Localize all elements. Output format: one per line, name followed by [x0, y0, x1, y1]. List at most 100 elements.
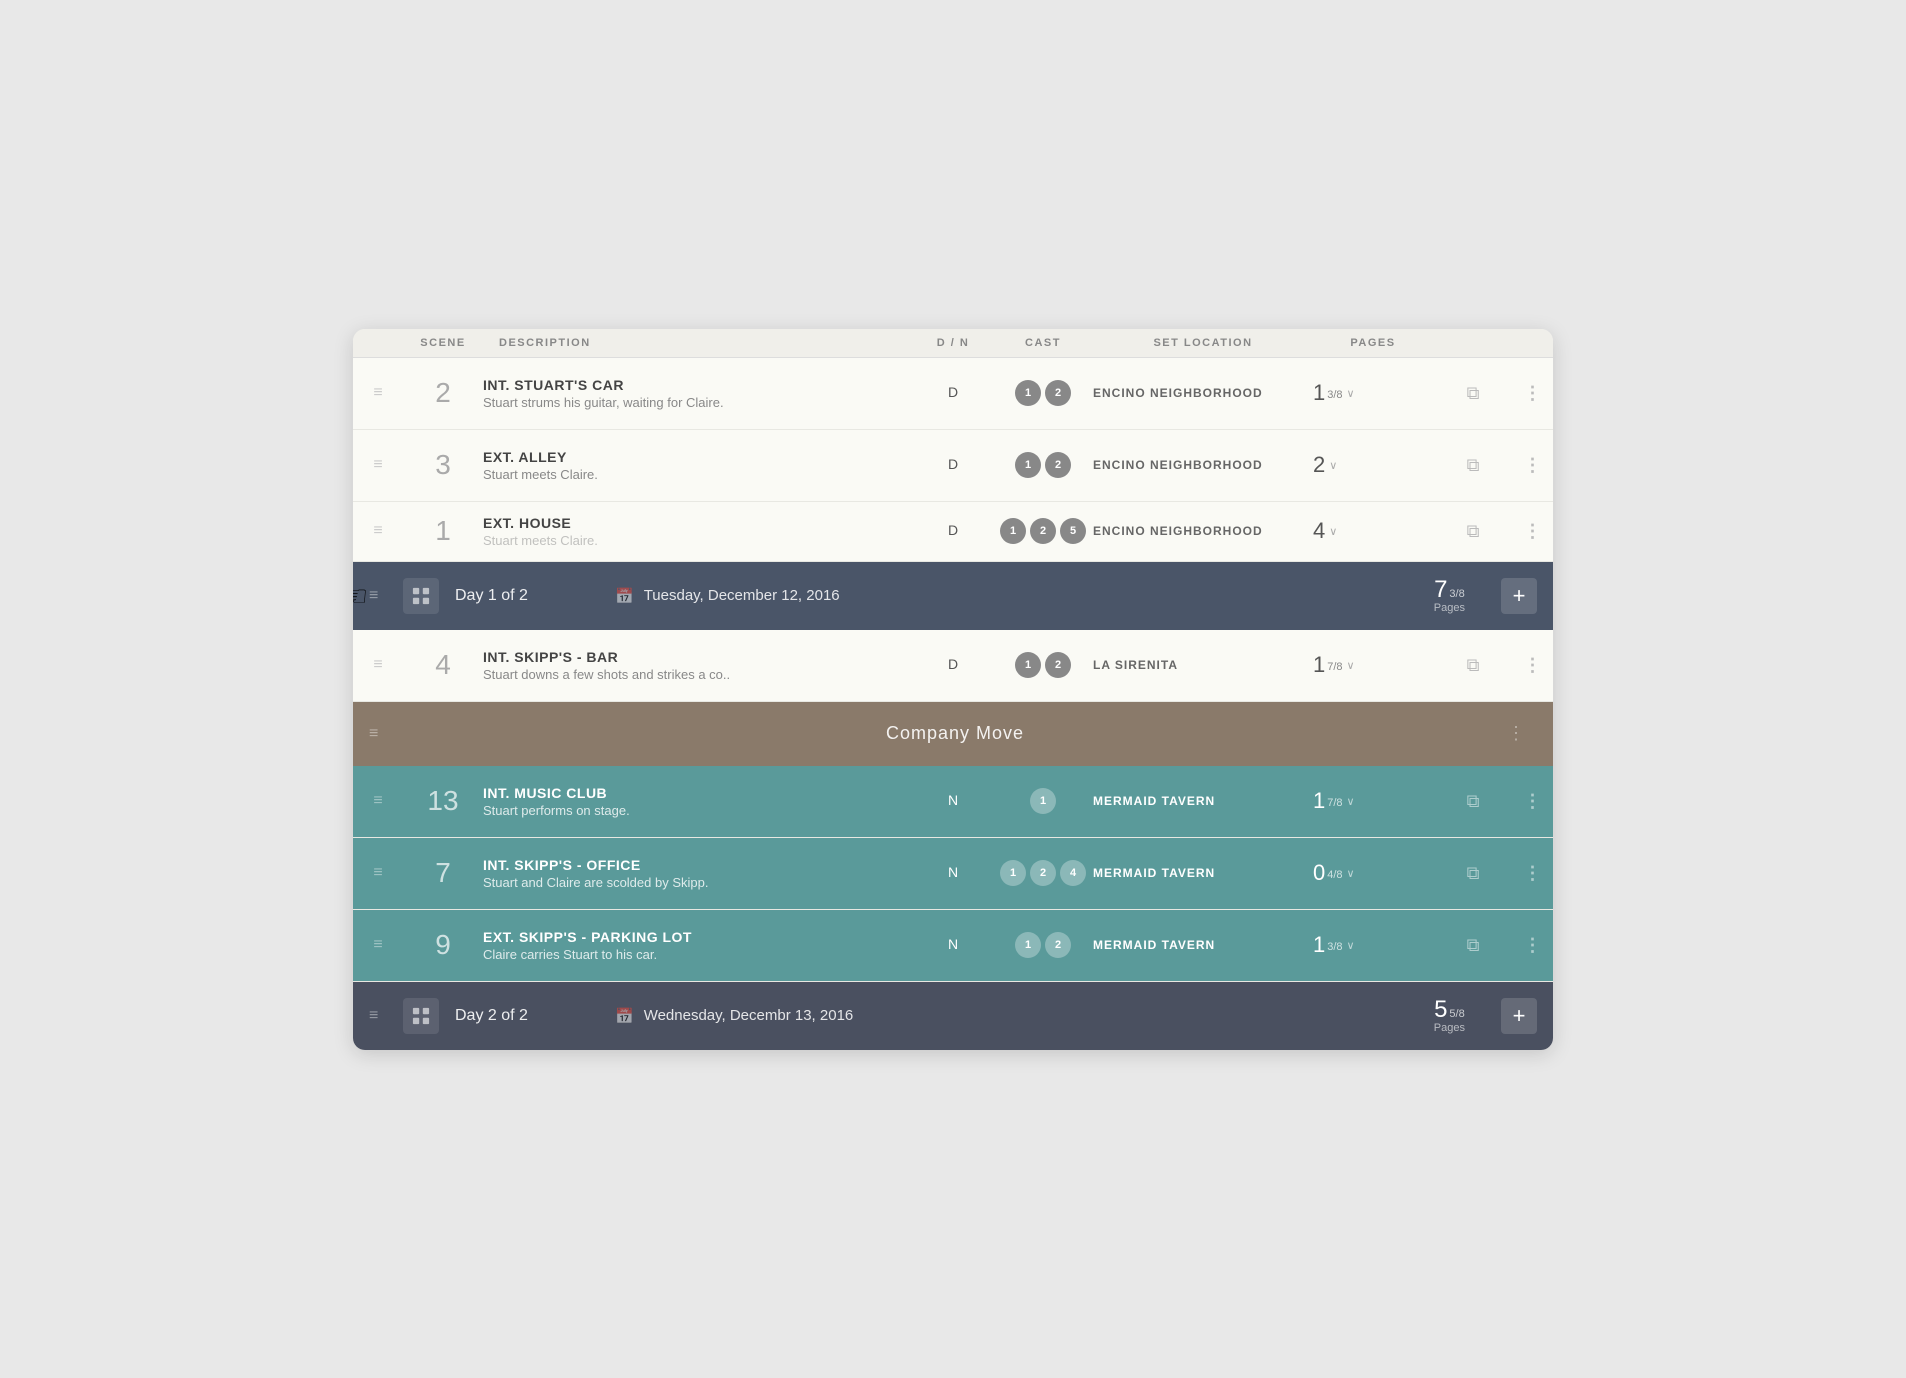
dm-text: D [948, 656, 958, 672]
dm-col: N [913, 864, 993, 882]
pages-chevron[interactable]: ∨ [1347, 659, 1355, 672]
calendar-icon: 📅 [615, 587, 634, 605]
day-drag-handle[interactable]: ≡ [369, 587, 403, 605]
pages-main: 2 [1313, 452, 1325, 478]
scene-info: INT. SKIPP'S - OFFICE Stuart and Claire … [483, 845, 913, 902]
more-dots-icon[interactable]: ⋮ [1524, 655, 1543, 676]
day-grid-icon [403, 998, 439, 1034]
scene-info: INT. STUART'S CAR Stuart strums his guit… [483, 365, 913, 422]
day2-pages-frac: 5/8 [1449, 1008, 1464, 1020]
more-dots-icon[interactable]: ⋮ [1524, 455, 1543, 476]
company-move-drag[interactable]: ≡ [369, 725, 403, 743]
drag-handle[interactable]: ≡ [353, 864, 403, 882]
icons-col: ⧉ [1433, 455, 1513, 476]
main-container: SCENE DESCRIPTION D / N CAST SET LOCATIO… [353, 329, 1553, 1050]
icons-col: ⧉ [1433, 863, 1513, 884]
dm-col: D [913, 384, 993, 402]
pages-col: 1 7/8 ∨ [1313, 652, 1433, 678]
scene-number: 13 [403, 785, 483, 817]
pages-chevron[interactable]: ∨ [1347, 867, 1355, 880]
scene-number: 2 [403, 377, 483, 409]
pages-col: 4 ∨ [1313, 518, 1433, 544]
day2-label: Day 2 of 2 [455, 1007, 575, 1025]
col-dm-header: D / N [913, 337, 993, 349]
pages-chevron[interactable]: ∨ [1347, 387, 1355, 400]
dm-text: D [948, 456, 958, 472]
scene-row-day2: ≡ 7 INT. SKIPP'S - OFFICE Stuart and Cla… [353, 838, 1553, 910]
dm-col: D [913, 656, 993, 674]
scene-info: EXT. SKIPP'S - PARKING LOT Claire carrie… [483, 917, 913, 974]
location-col: MERMAID TAVERN [1093, 936, 1313, 954]
scene-row-day2: ≡ 13 INT. MUSIC CLUB Stuart performs on … [353, 766, 1553, 838]
icons-col: ⧉ [1433, 791, 1513, 812]
drag-handle[interactable]: ≡ [353, 792, 403, 810]
col-more-header [1513, 337, 1553, 349]
day2-bar[interactable]: ≡ Day 2 of 2 📅 Wednesday, Decembr 13, 20… [353, 982, 1553, 1050]
grid-svg [412, 1007, 430, 1025]
day-grid-icon [403, 578, 439, 614]
drag-handle[interactable]: ≡ [353, 936, 403, 954]
layers-icon: ⧉ [1467, 455, 1480, 476]
more-dots-icon[interactable]: ⋮ [1524, 935, 1543, 956]
cast-bubble: 2 [1045, 452, 1071, 478]
scene-row-partial: ≡ 1 EXT. HOUSE Stuart meets Claire. D 1 … [353, 502, 1553, 562]
more-col[interactable]: ⋮ [1513, 935, 1553, 956]
pages-col: 2 ∨ [1313, 452, 1433, 478]
scene-title: INT. MUSIC CLUB [483, 785, 897, 801]
layers-icon: ⧉ [1467, 521, 1480, 542]
cast-bubble: 5 [1060, 518, 1086, 544]
day2-pages-num: 5 [1434, 998, 1447, 1022]
more-col[interactable]: ⋮ [1513, 655, 1553, 676]
drag-handle[interactable]: ≡ [353, 456, 403, 474]
pages-frac: 7/8 [1327, 661, 1342, 673]
more-col[interactable]: ⋮ [1513, 455, 1553, 476]
more-col[interactable]: ⋮ [1513, 863, 1553, 884]
drag-handle[interactable]: ≡ [353, 656, 403, 674]
drag-handle[interactable]: ≡ [353, 384, 403, 402]
more-dots-icon[interactable]: ⋮ [1524, 521, 1543, 542]
dm-text: N [948, 936, 958, 952]
layers-icon: ⧉ [1467, 791, 1480, 812]
day2-date: Wednesday, Decembr 13, 2016 [644, 1007, 854, 1024]
more-col[interactable]: ⋮ [1513, 791, 1553, 812]
pages-frac: 4/8 [1327, 869, 1342, 881]
scene-desc: Stuart strums his guitar, waiting for Cl… [483, 395, 897, 410]
scene-title: EXT. HOUSE [483, 515, 897, 531]
company-move-more[interactable]: ⋮ [1507, 723, 1537, 744]
layers-icon: ⧉ [1467, 863, 1480, 884]
day1-add-button[interactable]: + [1501, 578, 1537, 614]
day-pages-num: 7 [1434, 578, 1447, 602]
cast-bubble: 1 [1030, 788, 1056, 814]
dm-text: N [948, 864, 958, 880]
day2-add-button[interactable]: + [1501, 998, 1537, 1034]
pages-chevron[interactable]: ∨ [1329, 525, 1337, 538]
location-text: MERMAID TAVERN [1093, 794, 1215, 808]
scene-info: EXT. ALLEY Stuart meets Claire. [483, 437, 913, 494]
pages-main: 1 [1313, 652, 1325, 678]
location-col: LA SIRENITA [1093, 656, 1313, 674]
dm-text: D [948, 522, 958, 538]
icons-col: ⧉ [1433, 383, 1513, 404]
day1-bar[interactable]: ≡ Day 1 of 2 📅 Tuesday, December 12, 201… [353, 562, 1553, 630]
more-dots-icon[interactable]: ⋮ [1524, 383, 1543, 404]
scene-row-day2: ≡ 9 EXT. SKIPP'S - PARKING LOT Claire ca… [353, 910, 1553, 982]
more-dots-icon[interactable]: ⋮ [1524, 791, 1543, 812]
cast-bubble: 2 [1030, 518, 1056, 544]
more-col[interactable]: ⋮ [1513, 521, 1553, 542]
company-move-label: Company Move [403, 723, 1507, 744]
more-dots-icon[interactable]: ⋮ [1524, 863, 1543, 884]
pages-chevron[interactable]: ∨ [1347, 795, 1355, 808]
day-drag-handle[interactable]: ≡ [369, 1007, 403, 1025]
scene-info: EXT. HOUSE Stuart meets Claire. [483, 503, 913, 560]
cast-col: 1 2 [993, 452, 1093, 478]
icons-col: ⧉ [1433, 521, 1513, 542]
drag-handle[interactable]: ≡ [353, 522, 403, 540]
scene-info: INT. SKIPP'S - BAR Stuart downs a few sh… [483, 637, 913, 694]
scene-number: 4 [403, 649, 483, 681]
more-col[interactable]: ⋮ [1513, 383, 1553, 404]
pages-chevron[interactable]: ∨ [1329, 459, 1337, 472]
pages-chevron[interactable]: ∨ [1347, 939, 1355, 952]
icons-col: ⧉ [1433, 655, 1513, 676]
pages-col: 1 3/8 ∨ [1313, 380, 1433, 406]
col-scene-header: SCENE [403, 337, 483, 349]
